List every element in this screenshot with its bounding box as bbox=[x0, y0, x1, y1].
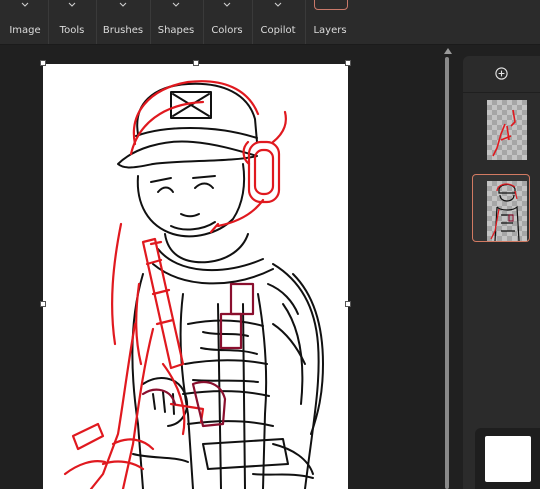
chevron-down-icon bbox=[66, 0, 78, 9]
resize-handle-top-right[interactable] bbox=[345, 60, 351, 66]
colors-menu-label: Colors bbox=[211, 25, 243, 36]
vertical-scrollbar[interactable] bbox=[442, 45, 454, 489]
resize-handle-left[interactable] bbox=[40, 301, 46, 307]
toolbar-divider bbox=[150, 0, 151, 44]
chevron-down-icon bbox=[117, 0, 129, 9]
tools-menu-button[interactable]: Tools bbox=[50, 0, 94, 44]
layers-menu-label: Layers bbox=[313, 25, 347, 36]
chevron-down-icon bbox=[170, 0, 182, 9]
shapes-menu-button[interactable]: Shapes bbox=[152, 0, 200, 44]
copilot-menu-button[interactable]: Copilot bbox=[254, 0, 302, 44]
tools-menu-label: Tools bbox=[59, 25, 85, 36]
add-circle-icon bbox=[495, 65, 508, 84]
colors-menu-button[interactable]: Colors bbox=[205, 0, 249, 44]
shapes-menu-label: Shapes bbox=[157, 25, 195, 36]
layers-panel bbox=[463, 56, 540, 489]
canvas-workspace[interactable] bbox=[0, 45, 440, 489]
chevron-down-icon bbox=[221, 0, 233, 9]
background-layer-swatch[interactable] bbox=[475, 428, 540, 489]
toolbar-divider bbox=[305, 0, 306, 44]
resize-handle-top-left[interactable] bbox=[40, 60, 46, 66]
toolbar-divider bbox=[96, 0, 97, 44]
add-layer-button[interactable] bbox=[463, 56, 540, 93]
chevron-down-icon bbox=[272, 0, 284, 9]
toolbar-divider bbox=[48, 0, 49, 44]
toolbar-divider bbox=[203, 0, 204, 44]
resize-handle-top[interactable] bbox=[193, 60, 199, 66]
image-menu-button[interactable]: Image bbox=[4, 0, 46, 44]
brushes-menu-button[interactable]: Brushes bbox=[98, 0, 148, 44]
copilot-menu-label: Copilot bbox=[260, 25, 296, 36]
layers-menu-button[interactable]: Layers bbox=[308, 0, 352, 44]
layer-preview bbox=[487, 100, 527, 160]
layer-thumbnail-red-sketch[interactable] bbox=[473, 94, 529, 160]
background-color-preview bbox=[485, 436, 531, 482]
layer-preview bbox=[487, 181, 527, 241]
scroll-up-arrow-icon[interactable] bbox=[444, 48, 452, 54]
drawing-canvas[interactable] bbox=[43, 64, 348, 489]
resize-handle-right[interactable] bbox=[345, 301, 351, 307]
toolbar-divider bbox=[252, 0, 253, 44]
chevron-down-icon bbox=[19, 0, 31, 9]
image-menu-label: Image bbox=[9, 25, 41, 36]
layer-thumbnail-lineart[interactable] bbox=[472, 174, 530, 242]
top-toolbar: Image Tools Brushes Shapes Colors Copilo… bbox=[0, 0, 540, 45]
brushes-menu-label: Brushes bbox=[102, 25, 144, 36]
scrollbar-thumb[interactable] bbox=[445, 57, 449, 489]
sketch-drawing bbox=[63, 80, 324, 489]
